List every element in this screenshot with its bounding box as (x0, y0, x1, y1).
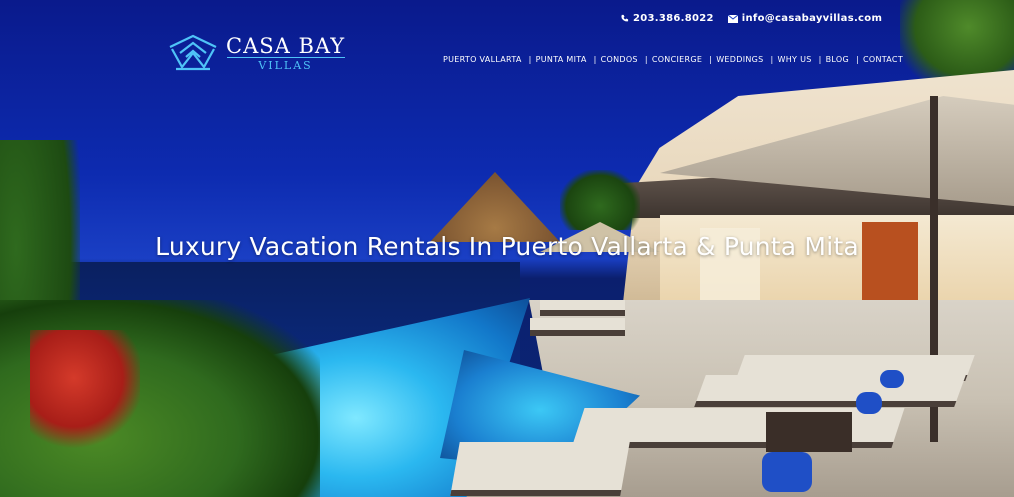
crown-logo-icon (169, 34, 217, 71)
site-logo[interactable]: CASA BAY VILLAS (166, 33, 345, 73)
nav-item-contact[interactable]: CONTACT (863, 55, 903, 64)
logo-text: CASA BAY VILLAS (226, 35, 345, 72)
nav-separator: | (709, 55, 713, 64)
sun-lounger (694, 375, 966, 407)
nav-separator: | (644, 55, 648, 64)
palm-tree (560, 170, 640, 230)
nav-separator: | (528, 55, 532, 64)
nav-item-weddings[interactable]: WEDDINGS (716, 55, 763, 64)
phone-icon (621, 14, 629, 22)
nav-separator: | (818, 55, 822, 64)
nav-separator: | (593, 55, 597, 64)
contact-bar: 203.386.8022 info@casabayvillas.com (620, 13, 882, 24)
blue-towel (880, 370, 904, 388)
side-table (766, 412, 852, 452)
sun-lounger (530, 318, 625, 336)
nav-item-why-us[interactable]: WHY US (778, 55, 812, 64)
sun-lounger (450, 442, 630, 496)
phone-link[interactable]: 203.386.8022 (620, 13, 714, 24)
nav-item-punta-mita[interactable]: PUNTA MITA (536, 55, 587, 64)
hero-headline: Luxury Vacation Rentals In Puerto Vallar… (155, 232, 859, 261)
red-flowers (30, 330, 140, 450)
envelope-icon (727, 14, 738, 23)
phone-number: 203.386.8022 (633, 13, 714, 24)
hero-section: CASA BAY VILLAS 203.386.8022 info@casaba… (0, 0, 1014, 497)
nav-separator: | (855, 55, 859, 64)
nav-item-blog[interactable]: BLOG (826, 55, 849, 64)
nav-separator: | (770, 55, 774, 64)
nav-item-puerto-vallarta[interactable]: PUERTO VALLARTA (443, 55, 522, 64)
nav-item-concierge[interactable]: CONCIERGE (652, 55, 702, 64)
nav-item-condos[interactable]: CONDOS (601, 55, 638, 64)
email-address: info@casabayvillas.com (741, 13, 883, 24)
blue-towel (856, 392, 882, 414)
sun-lounger (540, 300, 625, 316)
logo-subtitle: VILLAS (226, 56, 345, 72)
logo-title: CASA BAY (226, 33, 346, 58)
blue-towel (762, 452, 812, 492)
email-link[interactable]: info@casabayvillas.com (727, 13, 883, 24)
main-nav: PUERTO VALLARTA | PUNTA MITA | CONDOS | … (443, 55, 910, 64)
